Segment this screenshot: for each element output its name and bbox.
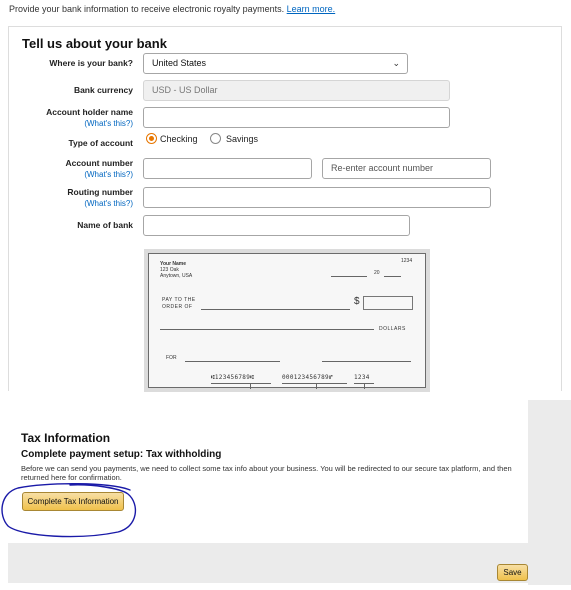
- account-holder-help-link[interactable]: (What's this?): [9, 119, 133, 128]
- micr-check-number: 1234: [354, 374, 370, 381]
- checking-radio-label[interactable]: Checking: [160, 134, 198, 144]
- routing-number-input[interactable]: [143, 187, 491, 208]
- check-number-pointer: [364, 383, 365, 389]
- bank-location-select[interactable]: United States ⌄: [143, 53, 408, 74]
- tax-panel-title: Tax Information: [21, 431, 111, 445]
- bank-currency-field: USD - US Dollar: [143, 80, 450, 101]
- memo-label: FOR: [166, 355, 177, 361]
- payee-line: [201, 309, 350, 310]
- tax-panel-description: Before we can send you payments, we need…: [21, 464, 512, 482]
- tax-panel-subtitle: Complete payment setup: Tax withholding: [21, 449, 222, 460]
- check-address-line2: Anytown, USA: [160, 273, 193, 279]
- sample-check-image: Your Name 123 Oak Anytown, USA 1234 20 P…: [144, 249, 430, 392]
- pay-to-line2: ORDER OF: [162, 304, 193, 310]
- date-line: [331, 276, 367, 277]
- date-year-line: [384, 276, 401, 277]
- bank-currency-value: USD - US Dollar: [152, 85, 218, 95]
- dollars-text: DOLLARS: [379, 326, 406, 332]
- reenter-account-placeholder: Re-enter account number: [331, 163, 434, 173]
- date-year-prefix: 20: [374, 270, 380, 276]
- bank-info-panel: Tell us about your bank Where is your ba…: [8, 26, 562, 392]
- account-type-label: Type of account: [68, 138, 133, 148]
- savings-radio[interactable]: [210, 133, 221, 144]
- checking-radio[interactable]: [146, 133, 157, 144]
- pay-to-line1: PAY TO THE: [162, 297, 196, 303]
- routing-bracket: [211, 383, 271, 384]
- routing-pointer: [250, 383, 251, 389]
- check-number: 1234: [401, 258, 413, 264]
- account-holder-input[interactable]: [143, 107, 450, 128]
- bank-location-label: Where is your bank?: [49, 58, 133, 68]
- learn-more-link[interactable]: Learn more.: [287, 4, 336, 14]
- footer-bar: [8, 543, 571, 583]
- reenter-account-number-input[interactable]: Re-enter account number: [322, 158, 491, 179]
- bank-location-value: United States: [152, 58, 207, 68]
- micr-account-number: 000123456789⑈: [282, 374, 333, 381]
- bank-name-input[interactable]: [143, 215, 410, 236]
- bank-currency-label: Bank currency: [73, 85, 133, 95]
- bank-name-label: Name of bank: [77, 220, 133, 230]
- complete-tax-info-button[interactable]: Complete Tax Information: [22, 492, 124, 511]
- signature-line: [322, 361, 411, 362]
- account-pointer: [316, 383, 317, 389]
- dollar-sign: $: [354, 296, 360, 307]
- micr-routing-number: ⑆123456789⑆: [211, 374, 255, 381]
- amount-words-line: [160, 329, 374, 330]
- account-holder-label: Account holder name: [46, 107, 133, 117]
- routing-number-label: Routing number: [67, 187, 133, 197]
- amount-box: [363, 296, 413, 310]
- account-number-help-link[interactable]: (What's this?): [9, 170, 133, 179]
- bank-panel-title: Tell us about your bank: [22, 36, 167, 51]
- tax-info-panel: Tax Information Complete payment setup: …: [8, 417, 528, 543]
- memo-line: [185, 361, 280, 362]
- account-bracket: [282, 383, 347, 384]
- account-number-label: Account number: [65, 158, 133, 168]
- savings-radio-label[interactable]: Savings: [226, 134, 258, 144]
- intro-message: Provide your bank information to receive…: [9, 4, 285, 14]
- intro-text: Provide your bank information to receive…: [9, 4, 335, 14]
- chevron-down-icon: ⌄: [392, 58, 400, 68]
- account-number-input[interactable]: [143, 158, 312, 179]
- sample-check: Your Name 123 Oak Anytown, USA 1234 20 P…: [148, 253, 426, 389]
- save-button[interactable]: Save: [497, 564, 528, 581]
- routing-number-help-link[interactable]: (What's this?): [9, 199, 133, 208]
